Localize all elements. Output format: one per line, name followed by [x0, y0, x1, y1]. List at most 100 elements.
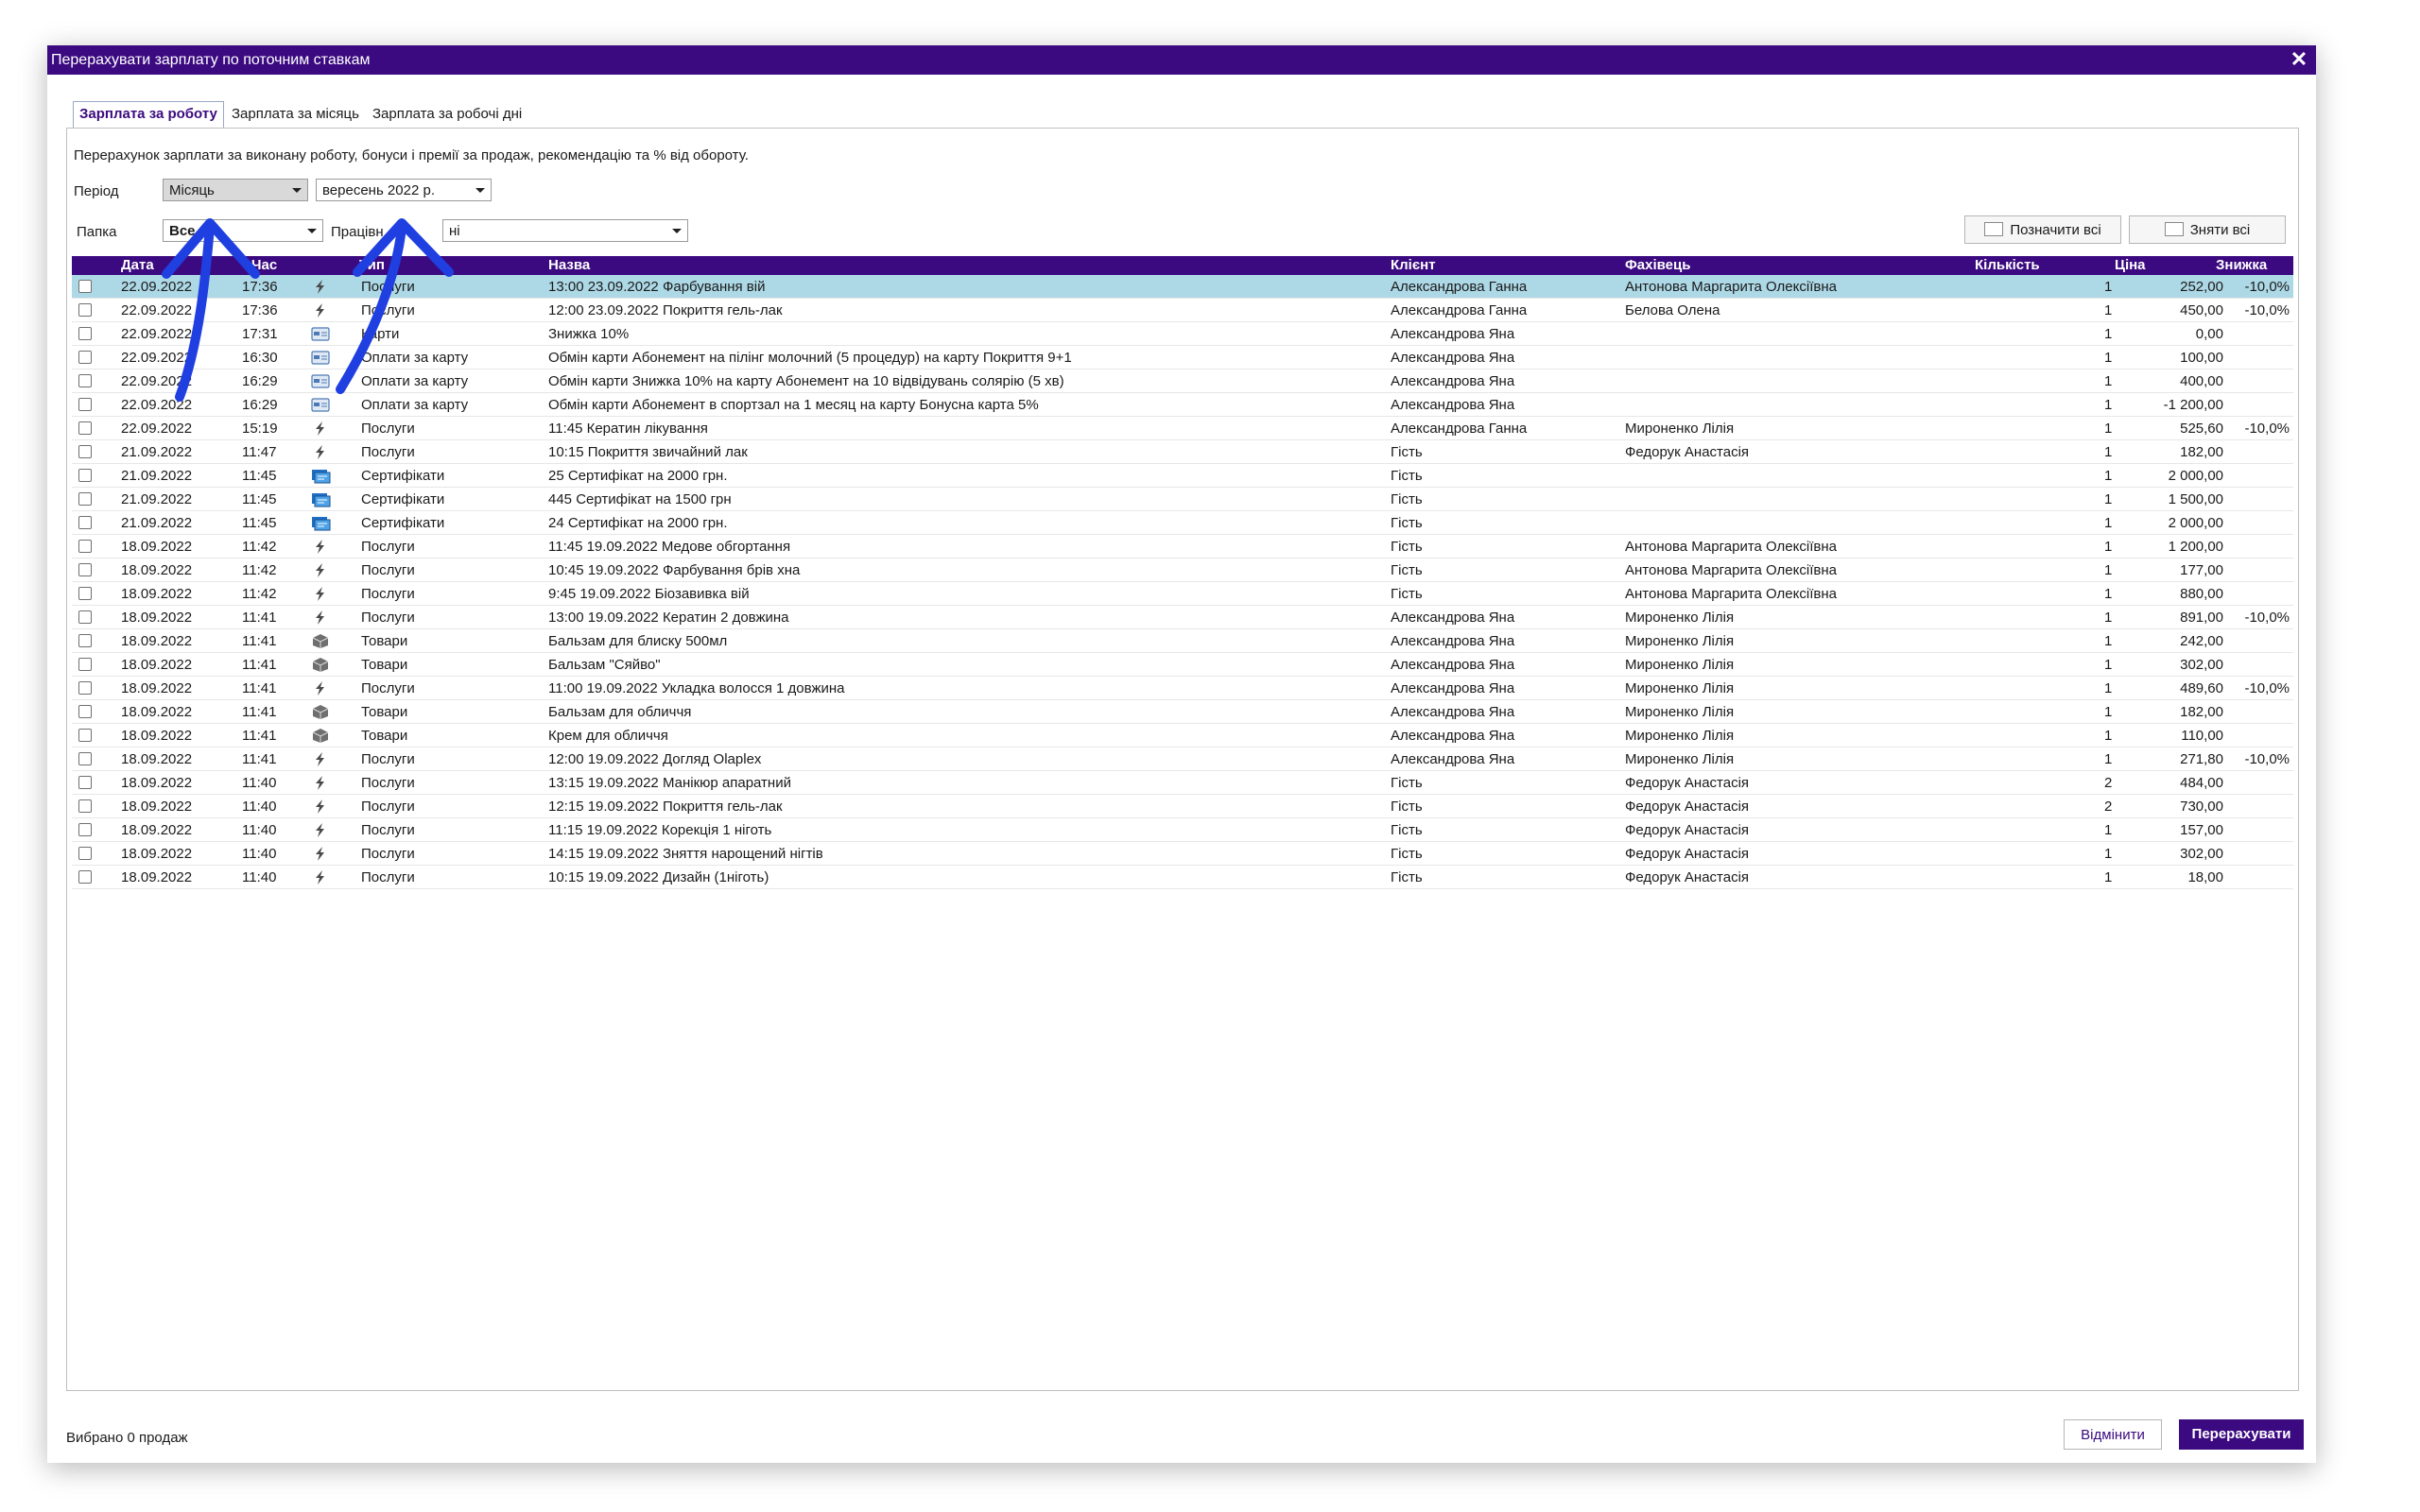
table-row[interactable]: 18.09.2022 11:40 Послуги 11:15 19.09.2022 К… — [72, 818, 2293, 842]
recalculate-button[interactable]: Перерахувати — [2179, 1419, 2304, 1450]
column-header-name[interactable]: Назва — [548, 256, 590, 275]
cell-name: 13:00 23.09.2022 Фарбування вій — [548, 279, 766, 295]
column-header-quantity[interactable]: Кількість — [1975, 256, 2040, 275]
table-row[interactable]: 21.09.2022 11:45 Сертифікати 25 Сертифікат … — [72, 464, 2293, 488]
table-row[interactable]: 18.09.2022 11:41 Товари Крем для обличчя Але… — [72, 724, 2293, 747]
row-checkbox[interactable] — [78, 469, 92, 482]
column-header-client[interactable]: Клієнт — [1391, 256, 1436, 275]
table-row[interactable]: 18.09.2022 11:40 Послуги 12:15 19.09.2022 П… — [72, 795, 2293, 818]
table-row[interactable]: 18.09.2022 11:40 Послуги 13:15 19.09.2022 М… — [72, 771, 2293, 795]
row-checkbox[interactable] — [78, 823, 92, 836]
table-row[interactable]: 18.09.2022 11:41 Товари Бальзам "Сяйво" Алек… — [72, 653, 2293, 677]
list-icon — [2164, 222, 2184, 236]
row-checkbox[interactable] — [78, 445, 92, 458]
cell-client: Гість — [1391, 822, 1423, 838]
row-checkbox[interactable] — [78, 398, 92, 411]
row-checkbox[interactable] — [78, 327, 92, 340]
cell-type: Оплати за карту — [361, 373, 469, 389]
cell-date: 18.09.2022 — [121, 704, 193, 720]
cancel-button[interactable]: Відмінити — [2064, 1419, 2162, 1450]
column-header-price[interactable]: Ціна — [2115, 256, 2146, 275]
box-icon — [310, 657, 331, 673]
folder-select[interactable]: Все — [163, 219, 323, 242]
row-checkbox[interactable] — [78, 374, 92, 387]
row-checkbox[interactable] — [78, 516, 92, 529]
table-row[interactable]: 18.09.2022 11:42 Послуги 9:45 19.09.2022 Бі… — [72, 582, 2293, 606]
cell-price: 484,00 — [2180, 775, 2223, 791]
cell-name: 9:45 19.09.2022 Біозавивка вій — [548, 586, 750, 602]
row-checkbox[interactable] — [78, 492, 92, 506]
table-row[interactable]: 18.09.2022 11:40 Послуги 10:15 19.09.2022 Д… — [72, 866, 2293, 889]
mark-all-button[interactable]: Позначити всі — [1964, 215, 2121, 244]
row-checkbox[interactable] — [78, 421, 92, 435]
close-icon[interactable]: ✕ — [2286, 46, 2312, 73]
cell-price: 2 000,00 — [2168, 468, 2223, 484]
row-checkbox[interactable] — [78, 705, 92, 718]
column-header-discount[interactable]: Знижка — [2216, 256, 2267, 275]
folder-select-value: Все — [169, 223, 196, 239]
cell-price: 177,00 — [2180, 562, 2223, 578]
row-checkbox[interactable] — [78, 540, 92, 553]
table-row[interactable]: 18.09.2022 11:41 Товари Бальзам для обличчя… — [72, 700, 2293, 724]
table-row[interactable]: 18.09.2022 11:41 Товари Бальзам для блиску … — [72, 629, 2293, 653]
cell-price: 271,80 — [2180, 751, 2223, 767]
table-row[interactable]: 21.09.2022 11:45 Сертифікати 445 Сертифікат… — [72, 488, 2293, 511]
cell-client: Гість — [1391, 586, 1423, 602]
cell-type: Послуги — [361, 775, 415, 791]
row-checkbox[interactable] — [78, 303, 92, 317]
lightning-icon — [310, 539, 331, 555]
cell-client: Гість — [1391, 468, 1423, 484]
column-header-date[interactable]: Дата — [121, 256, 154, 275]
cell-client: Александрова Яна — [1391, 751, 1515, 767]
row-checkbox[interactable] — [78, 658, 92, 671]
cell-date: 18.09.2022 — [121, 775, 193, 791]
cell-client: Александрова Яна — [1391, 326, 1515, 342]
table-row[interactable]: 21.09.2022 11:45 Сертифікати 24 Сертифікат … — [72, 511, 2293, 535]
table-row[interactable]: 22.09.2022 17:36 Послуги 12:00 23.09.2022 П… — [72, 299, 2293, 322]
row-checkbox[interactable] — [78, 280, 92, 293]
row-checkbox[interactable] — [78, 729, 92, 742]
table-row[interactable]: 18.09.2022 11:40 Послуги 14:15 19.09.2022 З… — [72, 842, 2293, 866]
table-row[interactable]: 21.09.2022 11:47 Послуги 10:15 Покриття зви… — [72, 440, 2293, 464]
month-picker[interactable]: вересень 2022 р. — [316, 179, 492, 201]
table-row[interactable]: 22.09.2022 15:19 Послуги 11:45 Кератин ліку… — [72, 417, 2293, 440]
title-bar: Перерахувати зарплату по поточним ставка… — [47, 45, 2316, 75]
unmark-all-button[interactable]: Зняти всі — [2129, 215, 2286, 244]
row-checkbox[interactable] — [78, 847, 92, 860]
table-row[interactable]: 22.09.2022 16:29 Оплати за карту Обмін карт… — [72, 393, 2293, 417]
row-checkbox[interactable] — [78, 587, 92, 600]
table-row[interactable]: 18.09.2022 11:41 Послуги 12:00 19.09.2022 Д… — [72, 747, 2293, 771]
cell-time: 11:40 — [242, 846, 277, 862]
cell-price: 242,00 — [2180, 633, 2223, 649]
column-header-type[interactable]: Тип — [359, 256, 385, 275]
tab-salary-for-work[interactable]: Зарплата за роботу — [73, 101, 224, 129]
column-header-time[interactable]: Час — [251, 256, 277, 275]
row-checkbox[interactable] — [78, 799, 92, 813]
cell-time: 16:30 — [242, 350, 278, 366]
row-checkbox[interactable] — [78, 870, 92, 884]
table-row[interactable]: 18.09.2022 11:42 Послуги 10:45 19.09.2022 Ф… — [72, 558, 2293, 582]
cell-discount: -10,0% — [2244, 751, 2290, 767]
table-row[interactable]: 18.09.2022 11:41 Послуги 11:00 19.09.2022 У… — [72, 677, 2293, 700]
row-checkbox[interactable] — [78, 563, 92, 576]
table-row[interactable]: 22.09.2022 17:31 Карти Знижка 10% Александро… — [72, 322, 2293, 346]
table-row[interactable]: 18.09.2022 11:41 Послуги 13:00 19.09.2022 К… — [72, 606, 2293, 629]
row-checkbox[interactable] — [78, 610, 92, 624]
row-checkbox[interactable] — [78, 351, 92, 364]
chevron-down-icon — [475, 188, 485, 193]
row-checkbox[interactable] — [78, 776, 92, 789]
table-row[interactable]: 22.09.2022 16:30 Оплати за карту Обмін карт… — [72, 346, 2293, 369]
table-row[interactable]: 22.09.2022 17:36 Послуги 13:00 23.09.2022 Ф… — [72, 275, 2293, 299]
row-checkbox[interactable] — [78, 752, 92, 765]
cell-date: 18.09.2022 — [121, 610, 193, 626]
employee-select[interactable]: ні — [442, 219, 688, 242]
row-checkbox[interactable] — [78, 634, 92, 647]
cell-specialist: Белова Олена — [1625, 302, 1720, 318]
period-select[interactable]: Місяць — [163, 179, 308, 201]
tab-salary-for-workdays[interactable]: Зарплата за робочі дні — [367, 102, 527, 127]
row-checkbox[interactable] — [78, 681, 92, 695]
column-header-specialist[interactable]: Фахівець — [1625, 256, 1690, 275]
tab-salary-for-month[interactable]: Зарплата за місяць — [226, 102, 365, 127]
table-row[interactable]: 22.09.2022 16:29 Оплати за карту Обмін карт… — [72, 369, 2293, 393]
table-row[interactable]: 18.09.2022 11:42 Послуги 11:45 19.09.2022 М… — [72, 535, 2293, 558]
